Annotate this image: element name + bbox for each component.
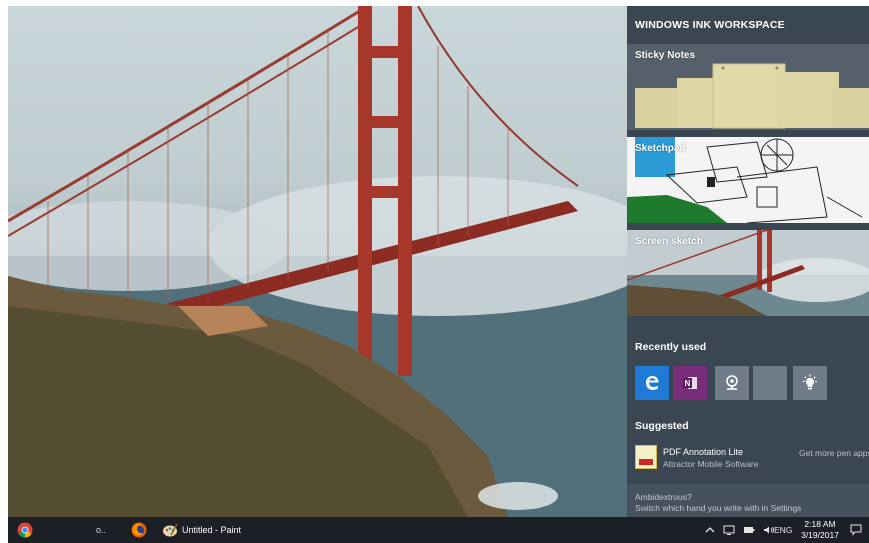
edge-app-tile[interactable] [635, 366, 669, 400]
paint-taskbar-button[interactable]: Untitled - Paint [162, 517, 247, 543]
ambidextrous-settings-link[interactable]: Switch which hand you write with in Sett… [635, 503, 801, 513]
maps-app-tile[interactable] [715, 366, 749, 400]
suggested-app-publisher: Attractor Mobile Software [663, 459, 759, 469]
get-more-pen-apps-link[interactable]: Get more pen apps [799, 448, 869, 458]
sticky-notes-label: Sticky Notes [635, 50, 696, 61]
chevron-up-icon[interactable] [705, 525, 715, 535]
recently-used-heading: Recently used [635, 341, 707, 353]
edge-icon [646, 376, 659, 390]
taskbar-clock[interactable]: 2:18 AM 3/19/2017 [801, 517, 839, 543]
suggested-heading: Suggested [635, 420, 689, 432]
tips-app-tile[interactable] [793, 366, 827, 400]
ink-workspace-title: WINDOWS INK WORKSPACE [635, 19, 785, 31]
onenote-icon: N [683, 377, 697, 389]
taskbar-item-misc[interactable]: o.. [96, 517, 106, 543]
ambidextrous-tip[interactable]: Ambidextrous? Switch which hand you writ… [627, 484, 869, 517]
firefox-taskbar-button[interactable] [128, 517, 150, 543]
paint-icon [163, 523, 178, 537]
clock-date: 3/19/2017 [801, 530, 839, 540]
notification-icon [850, 524, 862, 536]
desktop-wallpaper [8, 6, 627, 517]
sketchpad-label: Sketchpad [635, 143, 686, 154]
firefox-icon [131, 522, 147, 538]
onenote-app-tile[interactable]: N [673, 366, 707, 400]
battery-icon[interactable] [743, 525, 755, 535]
pdf-annotation-icon[interactable] [635, 445, 657, 469]
pen-tray-icon[interactable] [723, 525, 735, 535]
chrome-taskbar-button[interactable] [14, 517, 36, 543]
action-center-button[interactable] [848, 517, 864, 543]
screen-sketch-tile[interactable]: Screen sketch [627, 230, 869, 316]
system-tray [705, 517, 775, 543]
maps-icon [726, 375, 738, 390]
clock-time: 2:18 AM [804, 519, 836, 529]
chrome-icon [17, 522, 33, 538]
paint-taskbar-label: Untitled - Paint [182, 525, 242, 535]
svg-text:N: N [685, 379, 691, 388]
tips-icon [803, 374, 817, 390]
taskbar: o.. Untitled - Paint ENG 2:18 AM 3/19/20… [8, 517, 869, 543]
ink-workspace-panel: WINDOWS INK WORKSPACE Sticky Notes Sketc… [627, 6, 869, 517]
language-indicator[interactable]: ENG [774, 517, 792, 543]
wallpaper-image [8, 6, 627, 517]
sticky-notes-tile[interactable]: Sticky Notes [627, 44, 869, 130]
screen-sketch-label: Screen sketch [635, 236, 703, 247]
ambidextrous-title: Ambidextrous? [635, 492, 692, 502]
blank-app-tile[interactable] [753, 366, 787, 400]
sketchpad-tile[interactable]: Sketchpad [627, 137, 869, 223]
suggested-app-name[interactable]: PDF Annotation Lite [663, 447, 743, 457]
